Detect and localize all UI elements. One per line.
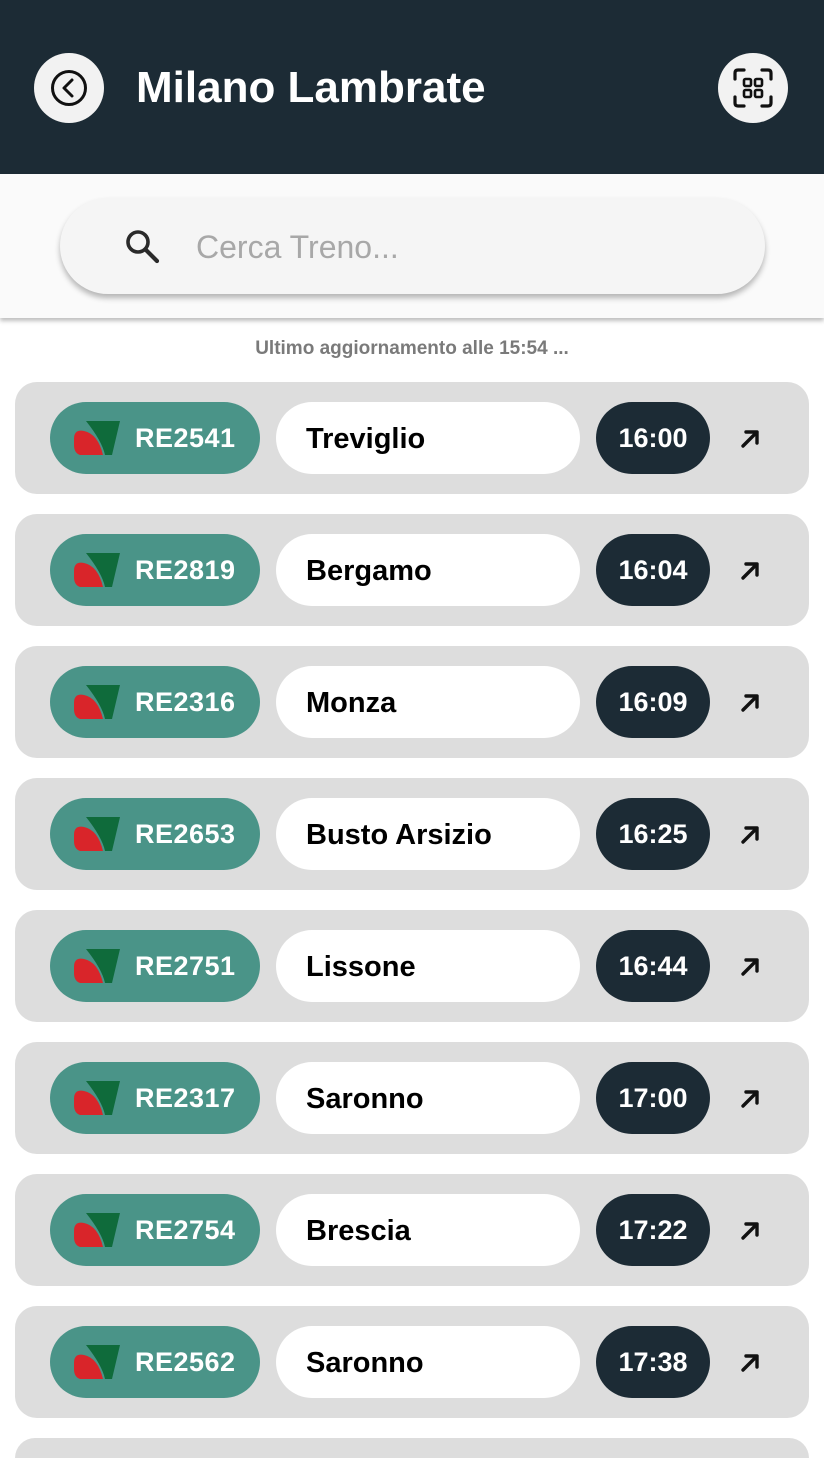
- departure-time: 16:00: [596, 402, 710, 474]
- departure-time: 16:09: [596, 666, 710, 738]
- departure-time: 17:00: [596, 1062, 710, 1134]
- train-row-partial[interactable]: [15, 1438, 809, 1458]
- arrow-up-right-icon[interactable]: [735, 952, 765, 982]
- arrow-up-right-icon[interactable]: [735, 424, 765, 454]
- destination-pill: Busto Arsizio: [276, 798, 580, 870]
- qr-scan-button[interactable]: [718, 53, 788, 123]
- destination-pill: Saronno: [276, 1326, 580, 1398]
- departure-time: 16:44: [596, 930, 710, 1002]
- train-badge: RE2541: [50, 402, 260, 474]
- train-number: RE2541: [135, 423, 236, 453]
- train-row[interactable]: RE2316 Monza 16:09: [15, 646, 809, 758]
- train-row[interactable]: RE2562 Saronno 17:38: [15, 1306, 809, 1418]
- trenord-logo-icon: [74, 1345, 120, 1379]
- train-row[interactable]: RE2653 Busto Arsizio 16:25: [15, 778, 809, 890]
- destination-pill: Bergamo: [276, 534, 580, 606]
- train-number: RE2562: [135, 1347, 236, 1377]
- destination-pill: Monza: [276, 666, 580, 738]
- destination-name: Bergamo: [306, 555, 432, 587]
- qr-scan-icon: [733, 68, 773, 108]
- trenord-logo-icon: [74, 553, 120, 587]
- train-badge: RE2562: [50, 1326, 260, 1398]
- train-number: RE2819: [135, 555, 236, 585]
- train-badge: RE2653: [50, 798, 260, 870]
- back-circle-icon: [51, 70, 87, 106]
- departure-time: 16:25: [596, 798, 710, 870]
- last-update-text: Ultimo aggiornamento alle 15:54 ...: [255, 338, 569, 359]
- train-number: RE2316: [135, 687, 236, 717]
- train-badge: RE2317: [50, 1062, 260, 1134]
- train-number: RE2317: [135, 1083, 236, 1113]
- train-row[interactable]: RE2819 Bergamo 16:04: [15, 514, 809, 626]
- train-number: RE2653: [135, 819, 236, 849]
- search-icon: [126, 230, 160, 264]
- destination-pill: Lissone: [276, 930, 580, 1002]
- train-number: RE2754: [135, 1215, 236, 1245]
- destination-name: Monza: [306, 687, 397, 719]
- train-row[interactable]: RE2751 Lissone 16:44: [15, 910, 809, 1022]
- page-title: Milano Lambrate: [136, 63, 486, 112]
- search-bar[interactable]: [60, 198, 765, 294]
- departure-time: 17:22: [596, 1194, 710, 1266]
- back-button[interactable]: [34, 53, 104, 123]
- destination-name: Brescia: [306, 1215, 411, 1247]
- destination-pill: Brescia: [276, 1194, 580, 1266]
- train-row[interactable]: RE2754 Brescia 17:22: [15, 1174, 809, 1286]
- destination-name: Lissone: [306, 951, 416, 983]
- trenord-logo-icon: [74, 949, 120, 983]
- arrow-up-right-icon[interactable]: [735, 1348, 765, 1378]
- arrow-up-right-icon[interactable]: [735, 688, 765, 718]
- search-input[interactable]: [194, 220, 718, 274]
- trenord-logo-icon: [74, 1081, 120, 1115]
- arrow-up-right-icon[interactable]: [735, 820, 765, 850]
- trenord-logo-icon: [74, 685, 120, 719]
- destination-name: Saronno: [306, 1083, 424, 1115]
- train-badge: RE2316: [50, 666, 260, 738]
- search-section: [0, 174, 824, 318]
- train-row[interactable]: RE2541 Treviglio 16:00: [15, 382, 809, 494]
- trenord-logo-icon: [74, 1213, 120, 1247]
- train-badge: RE2751: [50, 930, 260, 1002]
- destination-pill: Treviglio: [276, 402, 580, 474]
- arrow-up-right-icon[interactable]: [735, 1216, 765, 1246]
- departure-time: 17:38: [596, 1326, 710, 1398]
- trenord-logo-icon: [74, 817, 120, 851]
- train-row[interactable]: RE2317 Saronno 17:00: [15, 1042, 809, 1154]
- destination-pill: Saronno: [276, 1062, 580, 1134]
- train-list: RE2541 Treviglio 16:00 RE2819 Bergamo 16…: [15, 382, 809, 1438]
- departure-time: 16:04: [596, 534, 710, 606]
- train-badge: RE2819: [50, 534, 260, 606]
- train-badge: RE2754: [50, 1194, 260, 1266]
- destination-name: Busto Arsizio: [306, 819, 492, 851]
- train-number: RE2751: [135, 951, 236, 981]
- arrow-up-right-icon[interactable]: [735, 556, 765, 586]
- trenord-logo-icon: [74, 421, 120, 455]
- destination-name: Saronno: [306, 1347, 424, 1379]
- arrow-up-right-icon[interactable]: [735, 1084, 765, 1114]
- destination-name: Treviglio: [306, 423, 426, 455]
- app-header: Milano Lambrate: [0, 0, 824, 174]
